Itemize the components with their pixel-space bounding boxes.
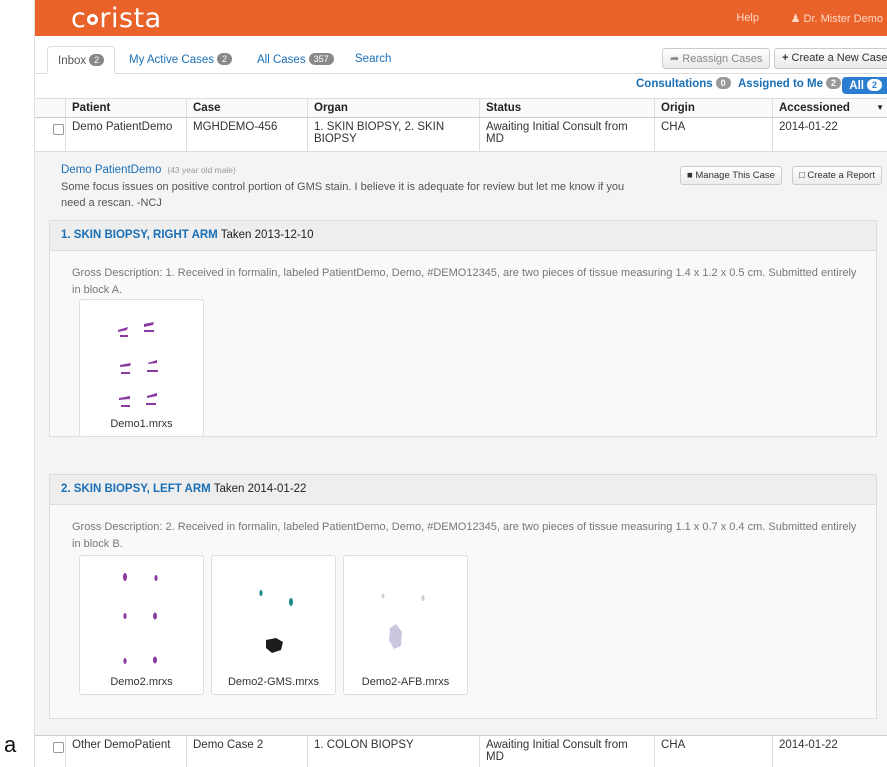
share-arrow-icon: ➦ [670,53,680,65]
part-1-title[interactable]: 1. SKIN BIOPSY, RIGHT ARM [61,229,218,241]
case-detail-panel: Demo PatientDemo (43 year old male) Some … [35,152,887,735]
cell-status: Awaiting Initial Consult from MD [479,736,654,767]
specimen-part-1: 1. SKIN BIOPSY, RIGHT ARM Taken 2013-12-1… [49,220,877,437]
table-row[interactable]: Other DemoPatient Demo Case 2 1. COLON B… [35,735,887,767]
cell-origin: CHA [654,736,772,767]
plus-icon: + [782,52,789,64]
cell-patient: Other DemoPatient [65,736,186,767]
tab-search-label: Search [355,53,392,65]
manage-case-label: Manage This Case [695,170,775,181]
document-icon: □ [799,170,805,181]
slide-filename: Demo2-AFB.mrxs [361,676,450,688]
cell-organ: 1. COLON BIOPSY [307,736,479,767]
case-table-header: Patient Case Organ Status Origin Accessi… [35,98,887,118]
column-accessioned-label: Accessioned [779,102,850,114]
row-checkbox[interactable] [53,742,64,753]
cell-organ: 1. SKIN BIOPSY, 2. SKIN BIOPSY [307,118,479,151]
app-logo[interactable]: c rista [71,3,162,34]
column-case[interactable]: Case [186,99,307,117]
cell-accessioned: 2014-01-22 [772,118,887,151]
row-checkbox[interactable] [53,124,64,135]
column-accessioned[interactable]: Accessioned ▼ [772,99,887,117]
tab-inbox-label: Inbox [58,55,87,67]
part-2-gross-description: Gross Description: 2. Received in formal… [72,521,857,550]
filter-all-count: 2 [866,79,882,91]
create-case-label: Create a New Case [791,52,887,64]
help-link[interactable]: Help [736,12,759,24]
slide-filename: Demo2.mrxs [110,676,173,688]
slide-2-image [123,573,158,664]
create-case-button[interactable]: + Create a New Case [774,48,887,69]
part-1-gross-description: Gross Description: 1. Received in formal… [72,267,857,296]
cell-accessioned: 2014-01-22 [772,736,887,767]
cell-origin: CHA [654,118,772,151]
cell-status: Awaiting Initial Consult from MD [479,118,654,151]
detail-patient[interactable]: Demo PatientDemo (43 year old male) [61,164,236,176]
slide-thumbnail[interactable]: Demo1.mrxs [79,299,204,437]
tab-all-cases[interactable]: All Cases 357 [247,46,344,74]
column-patient[interactable]: Patient [65,99,186,117]
column-origin[interactable]: Origin [654,99,772,117]
part-1-taken: Taken 2013-12-10 [220,229,314,241]
tab-all-count: 357 [308,53,334,65]
slide-filename: Demo1.mrxs [110,418,173,430]
filter-consultations[interactable]: Consultations 0 [636,77,731,90]
slide-thumbnail[interactable]: Demo2.mrxs [79,555,204,695]
user-icon: ♟ [790,13,801,25]
column-status[interactable]: Status [479,99,654,117]
slide-filename: Demo2-GMS.mrxs [227,676,320,688]
tab-active-label: My Active Cases [129,54,214,66]
case-filters: Consultations 0 Assigned to Me 2 All 2 [35,77,887,97]
slide-thumbnail[interactable]: Demo2-AFB.mrxs [343,555,468,695]
filter-assigned-label: Assigned to Me [738,78,823,90]
main-tabs: Inbox 2 My Active Cases 2 All Cases 357 Sea… [35,46,887,74]
case-note: Some focus issues on positive control po… [61,181,625,209]
slide-3-image [259,590,293,653]
tab-all-label: All Cases [257,54,306,66]
slide-4-image [381,593,425,649]
cell-case: MGHDEMO-456 [186,118,307,151]
cell-case: Demo Case 2 [186,736,307,767]
user-menu[interactable]: ♟ Dr. Mister Demo [791,12,883,25]
cell-patient: Demo PatientDemo [65,118,186,151]
part-2-title[interactable]: 2. SKIN BIOPSY, LEFT ARM [61,483,211,495]
filter-assigned-count: 2 [825,77,841,89]
part-2-header: 2. SKIN BIOPSY, LEFT ARM Taken 2014-01-22 [50,475,876,505]
filter-all[interactable]: All 2 [842,77,887,94]
app-window: c rista Help ♟ Dr. Mister Demo Inbox 2 My … [34,0,887,767]
slide-1-image [118,322,158,407]
part-1-header: 1. SKIN BIOPSY, RIGHT ARM Taken 2013-12-1… [50,221,876,251]
reassign-label: Reassign Cases [682,53,763,65]
filter-assigned-to-me[interactable]: Assigned to Me 2 [738,77,841,90]
filter-consultations-count: 0 [715,77,731,89]
sort-caret-icon: ▼ [876,103,884,112]
user-name: Dr. Mister Demo [803,13,883,25]
manage-case-button[interactable]: ■ Manage This Case [680,166,782,185]
tab-my-active-cases[interactable]: My Active Cases 2 [119,46,242,74]
filter-all-label: All [849,80,864,92]
specimen-part-2: 2. SKIN BIOPSY, LEFT ARM Taken 2014-01-22… [49,474,877,719]
create-report-button[interactable]: □ Create a Report [792,166,882,185]
part-2-taken: Taken 2014-01-22 [213,483,307,495]
folder-icon: ■ [687,170,693,181]
tab-search[interactable]: Search [345,46,401,74]
figure-panel-label: a [4,732,17,757]
tab-active-count: 2 [217,53,233,65]
reassign-cases-button[interactable]: ➦ Reassign Cases [662,48,771,69]
filter-consultations-label: Consultations [636,78,713,90]
tab-inbox-count: 2 [89,54,105,66]
create-report-label: Create a Report [807,170,875,181]
detail-patient-name: Demo PatientDemo [61,164,162,176]
top-bar: c rista Help ♟ Dr. Mister Demo [35,0,887,36]
tab-inbox[interactable]: Inbox 2 [47,46,116,74]
slide-thumbnail[interactable]: Demo2-GMS.mrxs [211,555,336,695]
column-organ[interactable]: Organ [307,99,479,117]
table-row[interactable]: Demo PatientDemo MGHDEMO-456 1. SKIN BIO… [35,118,887,152]
detail-patient-info: (43 year old male) [167,165,236,175]
